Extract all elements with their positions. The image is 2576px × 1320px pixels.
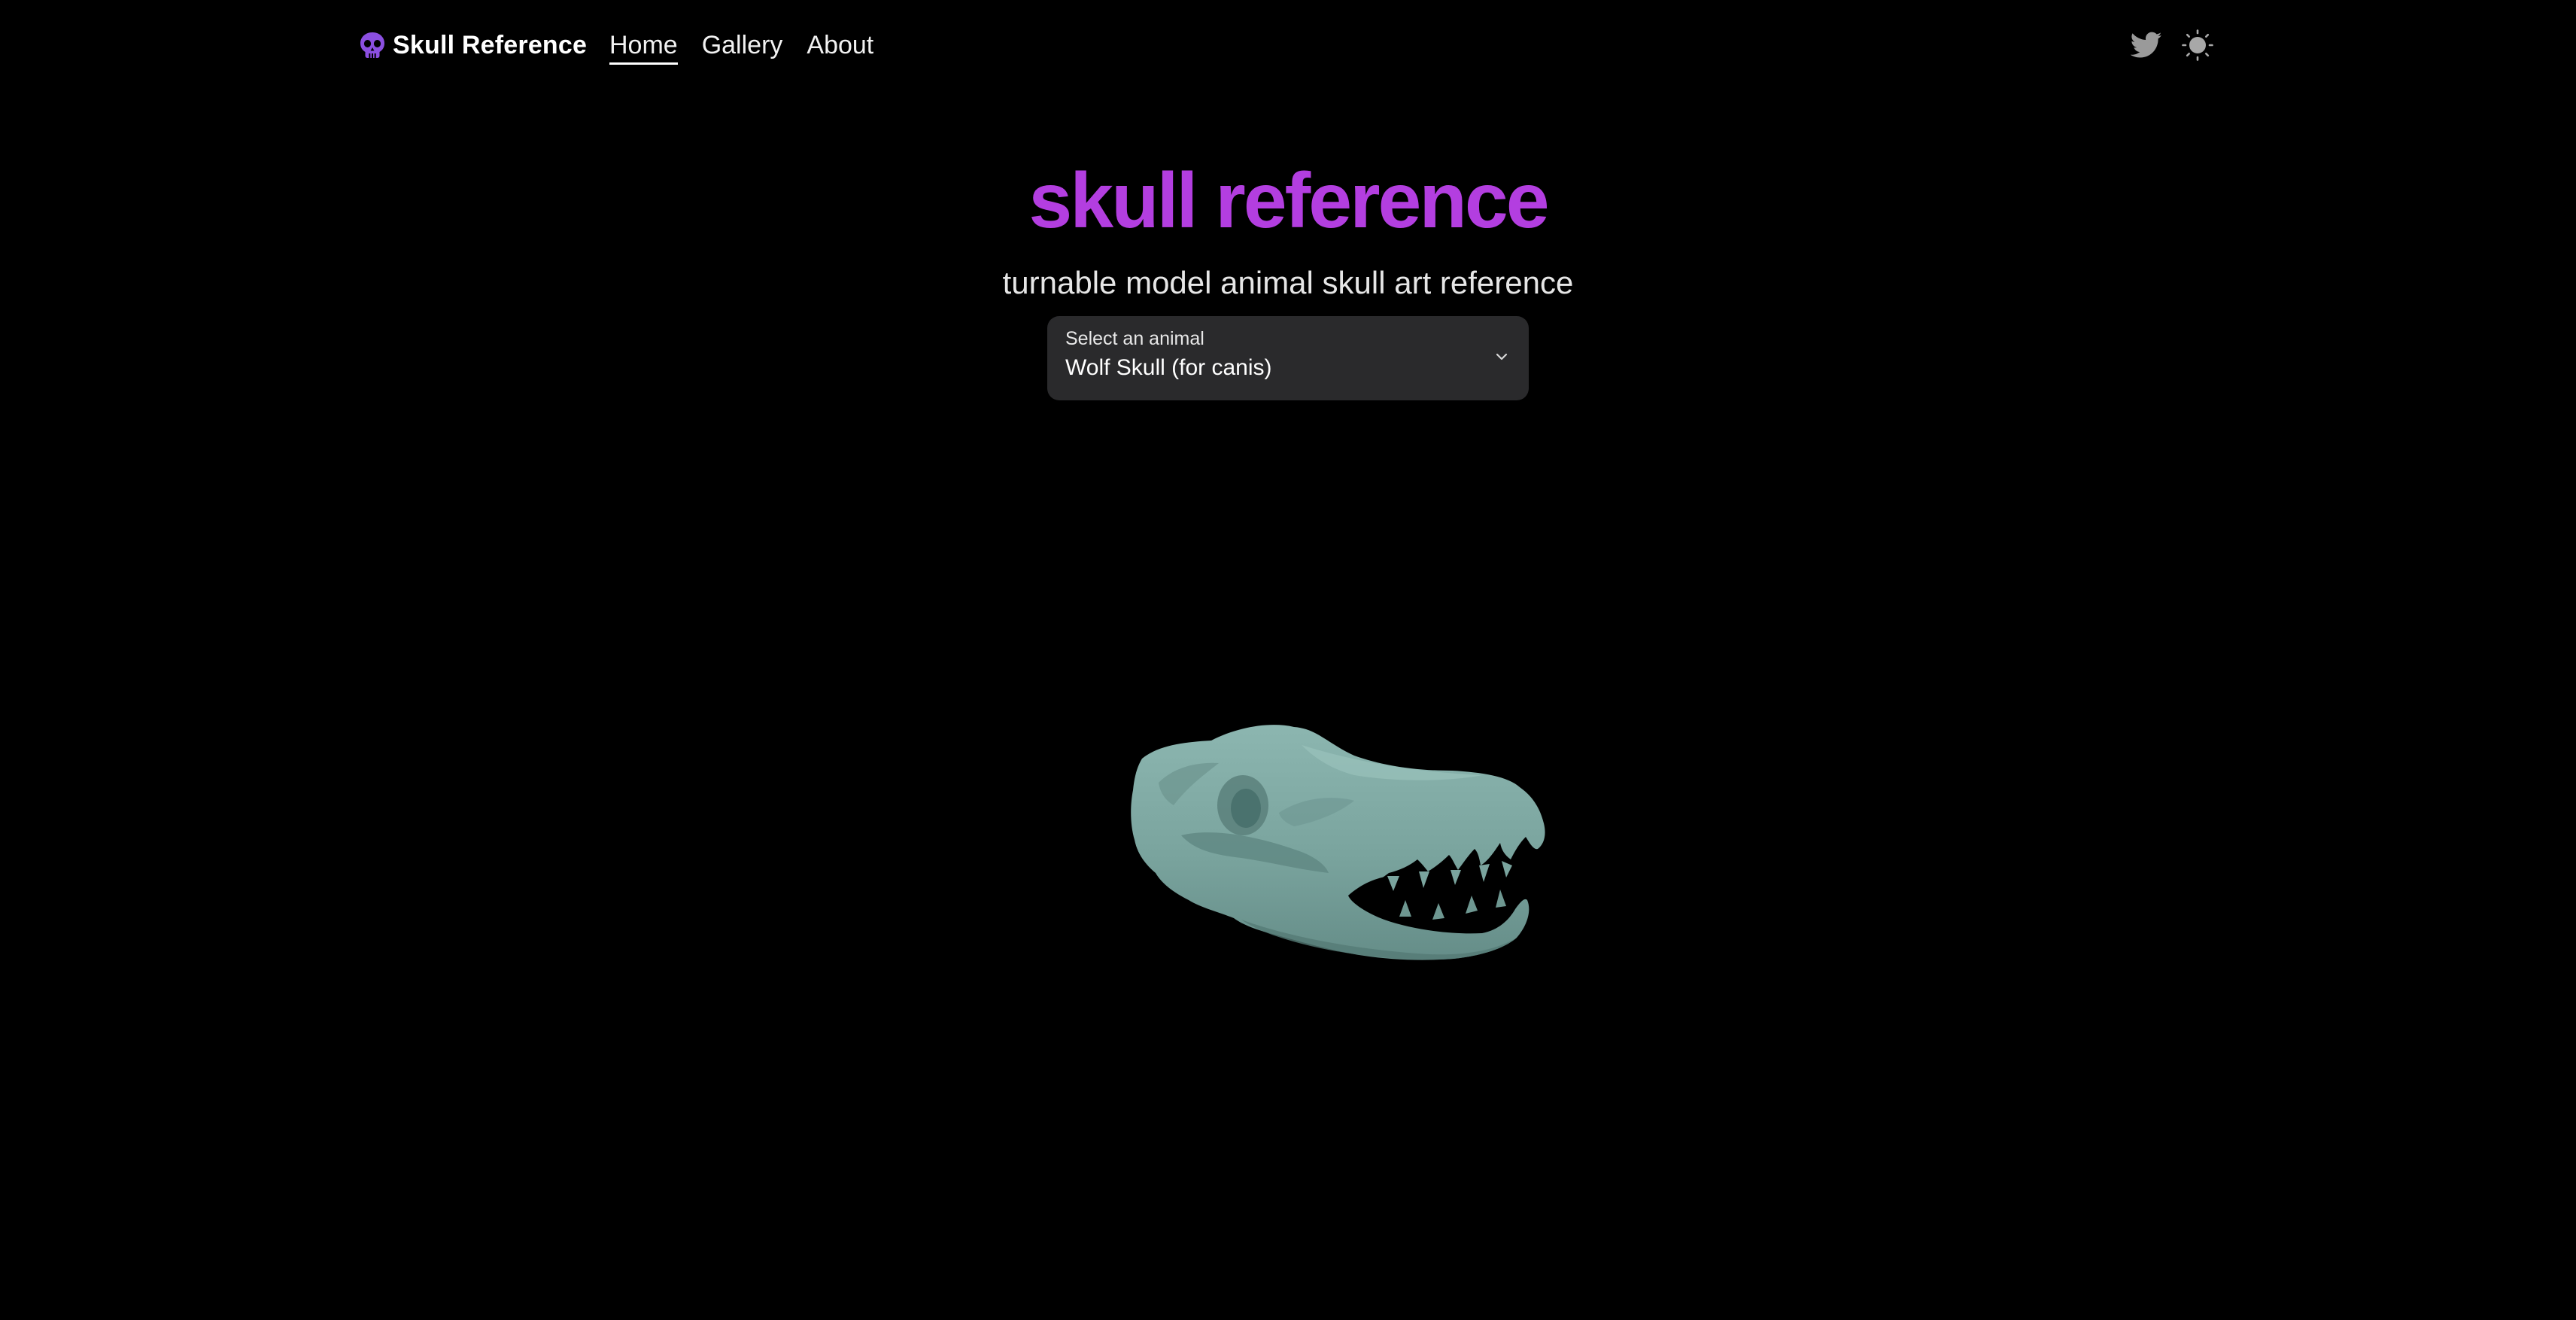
model-viewer[interactable] <box>797 467 1776 1219</box>
site-header: Skull Reference Home Gallery About <box>0 0 2576 92</box>
wolf-skull-model <box>1131 725 1545 960</box>
header-actions <box>2129 27 2215 63</box>
nav-home[interactable]: Home <box>609 27 678 65</box>
twitter-link[interactable] <box>2129 28 2164 62</box>
chevron-down-icon <box>1496 353 1508 360</box>
theme-toggle-button[interactable] <box>2180 28 2215 62</box>
nav-gallery[interactable]: Gallery <box>702 27 783 63</box>
animal-select[interactable]: Select an animal Wolf Skull (for canis) <box>1047 316 1529 400</box>
brand-name: Skull Reference <box>393 30 588 59</box>
main-nav: Home Gallery About <box>609 27 873 65</box>
skull-icon <box>360 32 384 58</box>
page-subtitle: turnable model animal skull art referenc… <box>1002 265 1574 300</box>
page-title: skull reference <box>1028 157 1549 245</box>
brand-link[interactable]: Skull Reference <box>360 27 587 63</box>
sun-icon <box>2182 29 2213 61</box>
animal-select-label: Select an animal <box>1065 328 1204 349</box>
twitter-icon <box>2131 32 2162 58</box>
nav-about[interactable]: About <box>807 27 873 63</box>
animal-select-value: Wolf Skull (for canis) <box>1065 355 1272 380</box>
